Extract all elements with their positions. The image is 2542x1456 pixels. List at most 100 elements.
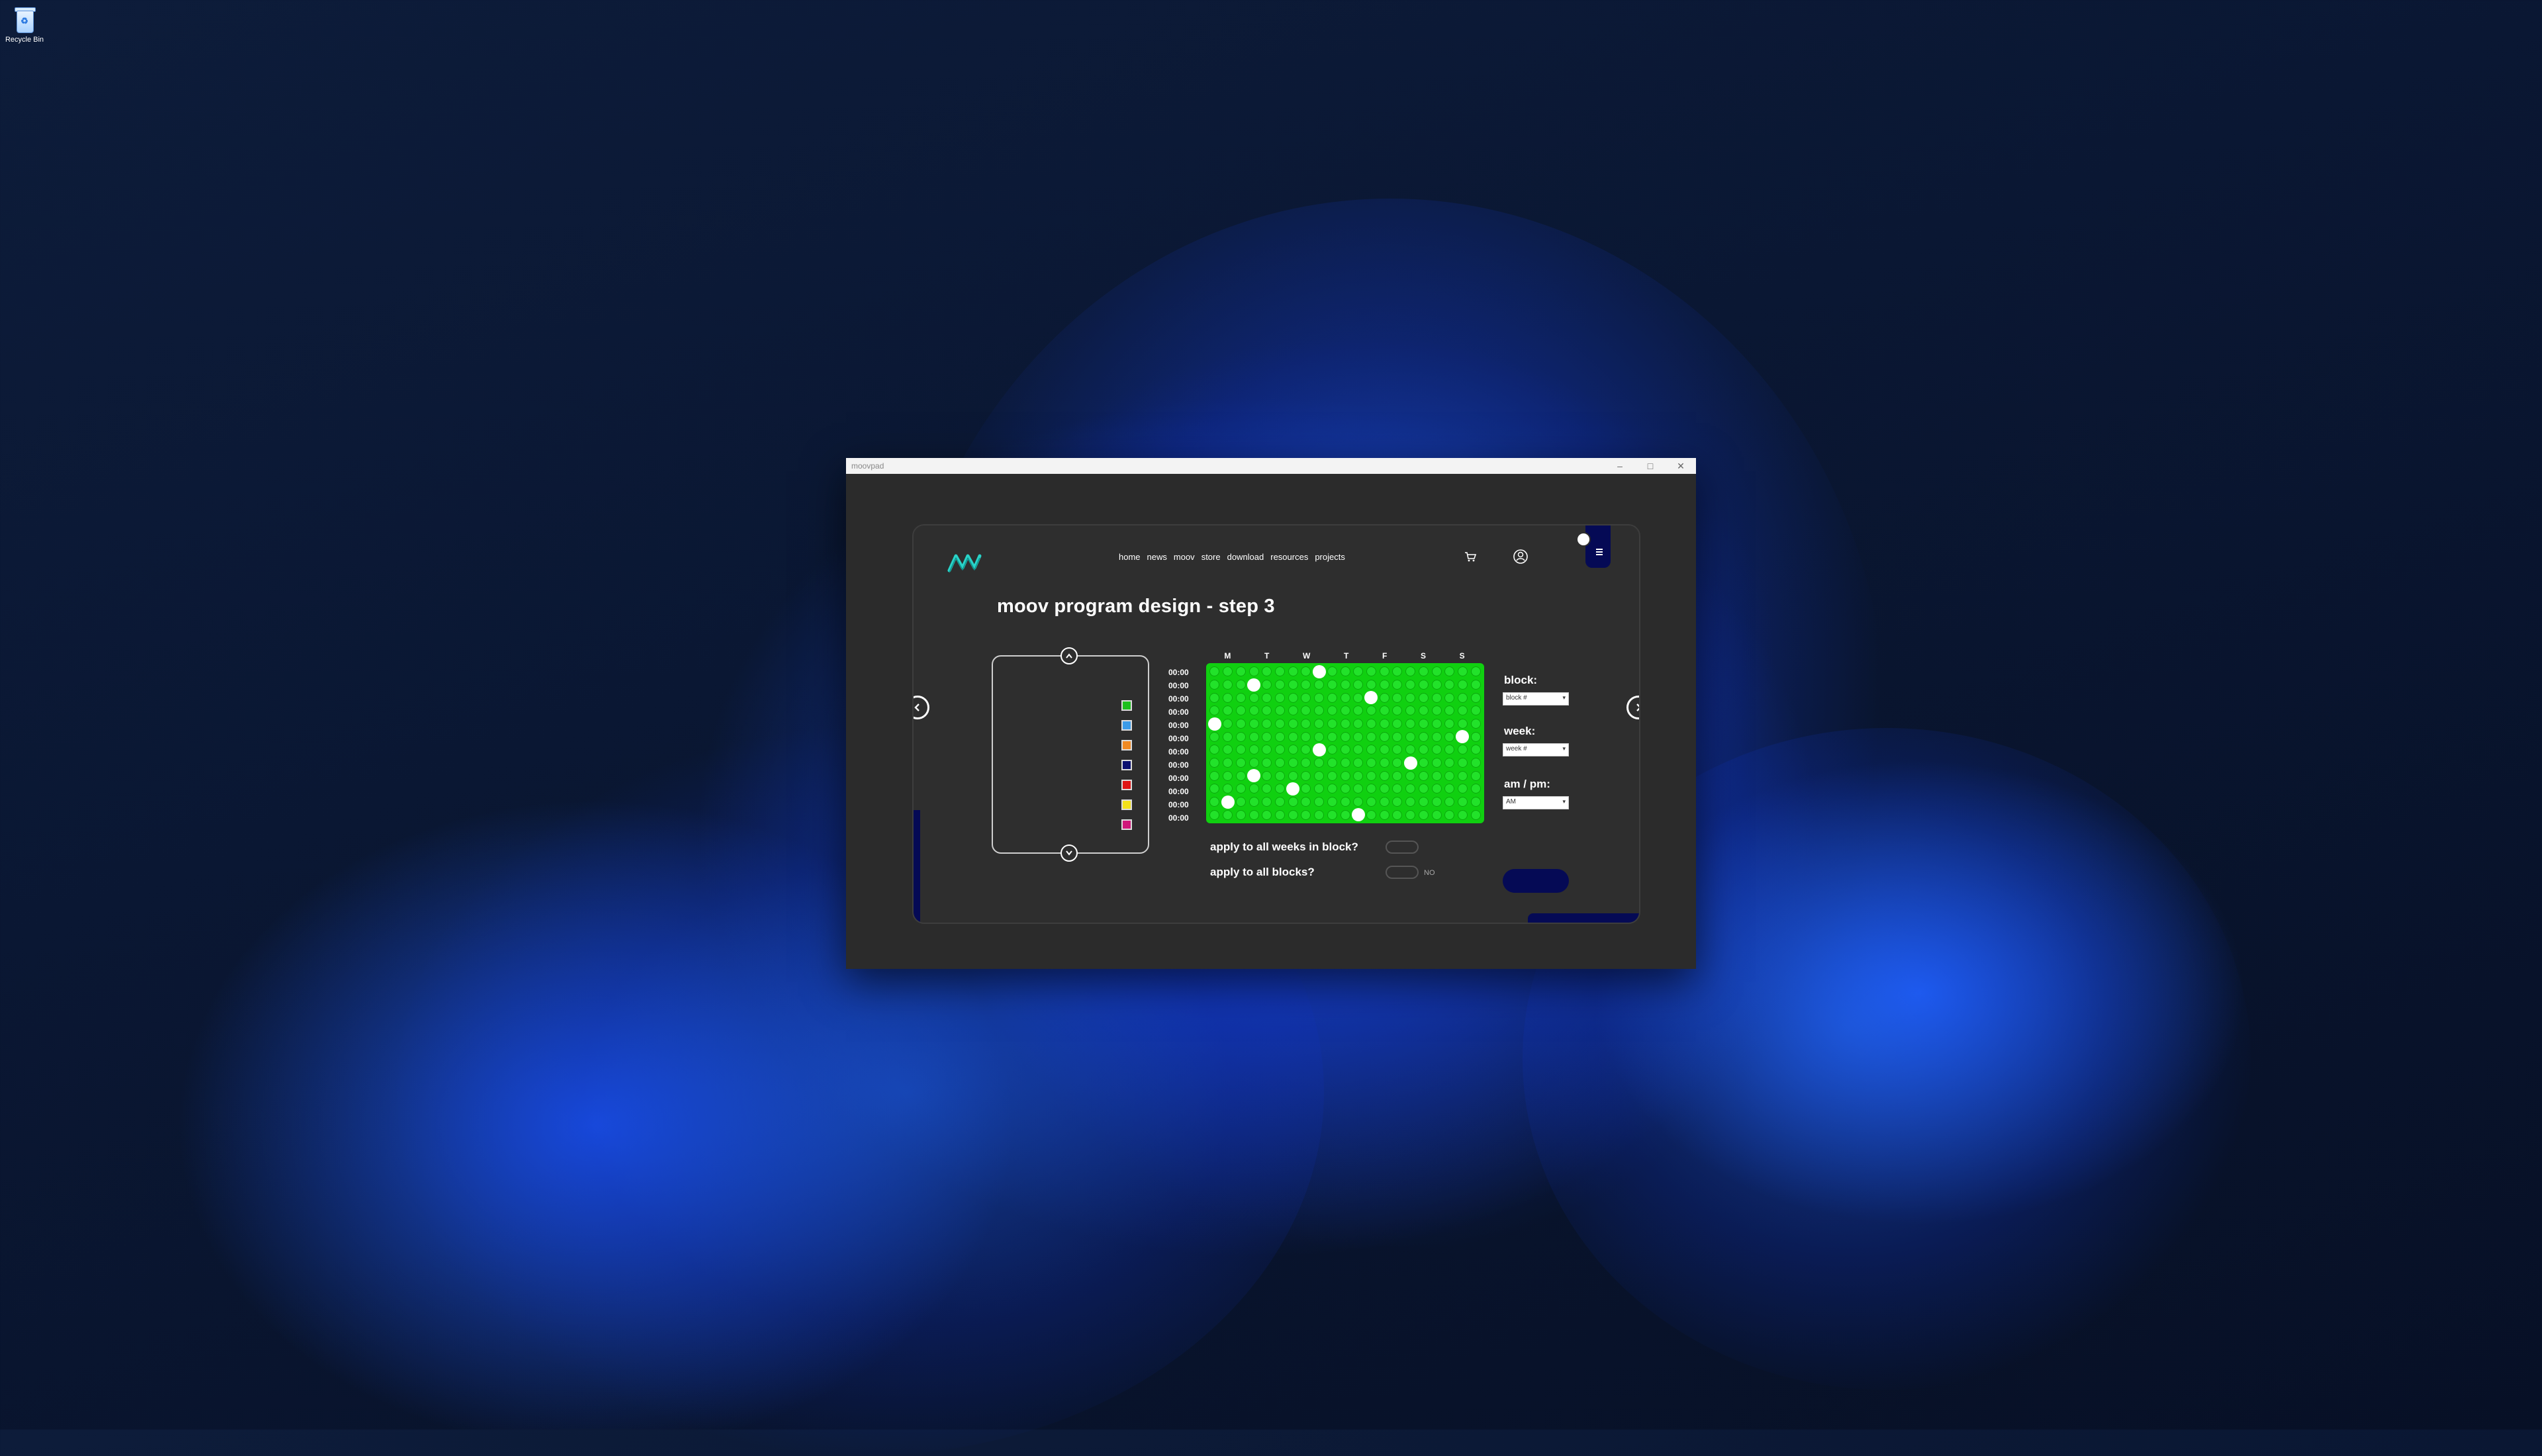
schedule-cell[interactable]	[1340, 680, 1350, 690]
schedule-cell[interactable]	[1470, 731, 1481, 742]
schedule-cell[interactable]	[1209, 784, 1220, 794]
schedule-cell[interactable]	[1340, 784, 1350, 794]
schedule-cell[interactable]	[1444, 797, 1455, 807]
nav-moov[interactable]: moov	[1174, 552, 1195, 562]
schedule-cell-selected[interactable]	[1312, 743, 1326, 756]
schedule-cell[interactable]	[1301, 745, 1311, 755]
schedule-cell[interactable]	[1209, 680, 1220, 690]
schedule-cell[interactable]	[1366, 680, 1376, 690]
schedule-cell[interactable]	[1314, 770, 1325, 781]
schedule-cell[interactable]	[1431, 809, 1442, 820]
schedule-cell[interactable]	[1274, 719, 1285, 729]
schedule-cell[interactable]	[1418, 705, 1429, 716]
schedule-cell[interactable]	[1470, 809, 1481, 820]
schedule-cell[interactable]	[1405, 784, 1416, 794]
color-swatch[interactable]	[1121, 760, 1132, 770]
schedule-cell[interactable]	[1288, 692, 1298, 703]
schedule-cell[interactable]	[1457, 784, 1468, 794]
schedule-cell-selected[interactable]	[1456, 730, 1470, 744]
schedule-cell[interactable]	[1223, 758, 1233, 768]
schedule-cell[interactable]	[1392, 666, 1403, 677]
schedule-cell[interactable]	[1223, 680, 1233, 690]
schedule-cell[interactable]	[1470, 770, 1481, 781]
schedule-cell[interactable]	[1274, 666, 1285, 677]
schedule-cell[interactable]	[1392, 770, 1403, 781]
schedule-cell[interactable]	[1327, 705, 1337, 716]
schedule-cell[interactable]	[1392, 784, 1403, 794]
schedule-cell[interactable]	[1327, 809, 1337, 820]
schedule-cell[interactable]	[1392, 680, 1403, 690]
schedule-cell[interactable]	[1353, 758, 1364, 768]
schedule-cell[interactable]	[1392, 797, 1403, 807]
schedule-cell[interactable]	[1366, 719, 1376, 729]
schedule-cell[interactable]	[1470, 784, 1481, 794]
schedule-cell[interactable]	[1418, 758, 1429, 768]
schedule-cell[interactable]	[1209, 692, 1220, 703]
apply-weeks-toggle[interactable]	[1386, 841, 1419, 854]
schedule-cell[interactable]	[1327, 666, 1337, 677]
schedule-cell[interactable]	[1235, 809, 1246, 820]
schedule-cell[interactable]	[1379, 758, 1389, 768]
schedule-cell[interactable]	[1340, 809, 1350, 820]
schedule-cell[interactable]	[1327, 692, 1337, 703]
schedule-cell[interactable]	[1327, 745, 1337, 755]
schedule-cell[interactable]	[1353, 705, 1364, 716]
schedule-cell[interactable]	[1340, 731, 1350, 742]
schedule-cell[interactable]	[1340, 666, 1350, 677]
schedule-cell[interactable]	[1379, 784, 1389, 794]
schedule-cell[interactable]	[1418, 745, 1429, 755]
schedule-cell[interactable]	[1223, 692, 1233, 703]
schedule-cell[interactable]	[1366, 745, 1376, 755]
schedule-cell[interactable]	[1353, 731, 1364, 742]
schedule-cell[interactable]	[1301, 797, 1311, 807]
schedule-cell[interactable]	[1353, 745, 1364, 755]
schedule-cell[interactable]	[1353, 797, 1364, 807]
schedule-cell-selected[interactable]	[1286, 782, 1300, 796]
nav-projects[interactable]: projects	[1315, 552, 1345, 562]
schedule-cell[interactable]	[1431, 784, 1442, 794]
schedule-cell[interactable]	[1209, 705, 1220, 716]
schedule-cell[interactable]	[1262, 731, 1272, 742]
schedule-cell[interactable]	[1314, 680, 1325, 690]
schedule-cell[interactable]	[1470, 666, 1481, 677]
schedule-cell[interactable]	[1223, 809, 1233, 820]
schedule-cell[interactable]	[1457, 692, 1468, 703]
schedule-cell[interactable]	[1248, 745, 1259, 755]
schedule-cell[interactable]	[1209, 666, 1220, 677]
schedule-cell[interactable]	[1457, 666, 1468, 677]
schedule-cell[interactable]	[1327, 719, 1337, 729]
close-button[interactable]: ✕	[1666, 458, 1696, 474]
schedule-cell[interactable]	[1353, 770, 1364, 781]
schedule-cell[interactable]	[1470, 745, 1481, 755]
apply-blocks-toggle[interactable]	[1386, 866, 1419, 879]
schedule-cell[interactable]	[1405, 731, 1416, 742]
schedule-cell[interactable]	[1248, 666, 1259, 677]
schedule-cell[interactable]	[1314, 705, 1325, 716]
schedule-cell[interactable]	[1405, 719, 1416, 729]
schedule-cell[interactable]	[1405, 770, 1416, 781]
schedule-cell[interactable]	[1431, 797, 1442, 807]
schedule-cell[interactable]	[1262, 784, 1272, 794]
cart-icon[interactable]	[1463, 549, 1478, 564]
schedule-cell[interactable]	[1235, 680, 1246, 690]
schedule-cell[interactable]	[1366, 770, 1376, 781]
schedule-cell[interactable]	[1314, 719, 1325, 729]
schedule-cell[interactable]	[1470, 758, 1481, 768]
schedule-cell[interactable]	[1405, 705, 1416, 716]
schedule-cell[interactable]	[1274, 809, 1285, 820]
schedule-cell[interactable]	[1418, 809, 1429, 820]
schedule-cell[interactable]	[1248, 809, 1259, 820]
schedule-cell[interactable]	[1470, 705, 1481, 716]
schedule-cell[interactable]	[1392, 719, 1403, 729]
palette-scroll-up-button[interactable]	[1060, 647, 1078, 664]
schedule-cell[interactable]	[1274, 680, 1285, 690]
schedule-cell[interactable]	[1470, 797, 1481, 807]
schedule-cell[interactable]	[1457, 719, 1468, 729]
schedule-cell[interactable]	[1288, 745, 1298, 755]
schedule-cell[interactable]	[1418, 719, 1429, 729]
schedule-cell[interactable]	[1444, 719, 1455, 729]
schedule-cell[interactable]	[1457, 680, 1468, 690]
schedule-cell[interactable]	[1209, 770, 1220, 781]
schedule-cell[interactable]	[1235, 666, 1246, 677]
schedule-cell[interactable]	[1470, 692, 1481, 703]
